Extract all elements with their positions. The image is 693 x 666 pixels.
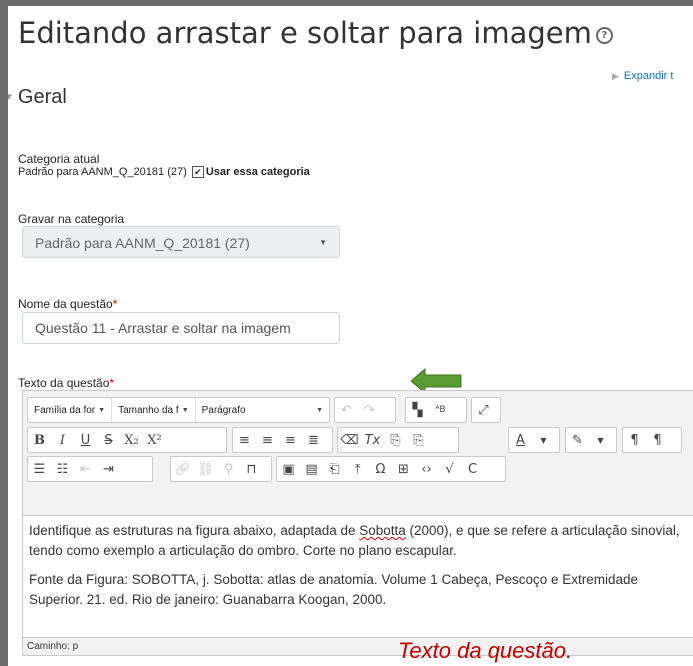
code-icon[interactable]: ‹› [415, 457, 438, 481]
outdent-icon[interactable]: ⇤ [74, 457, 97, 481]
chevron-down-icon: ▼ [316, 406, 323, 414]
chevron-down-icon[interactable]: ▼ [532, 428, 555, 452]
chevron-down-icon: ▼ [98, 406, 106, 414]
fullscreen-icon[interactable]: ⤢ [472, 398, 495, 422]
rtl-icon[interactable]: ¶ [646, 428, 669, 452]
align-justify-icon[interactable]: ≣ [302, 428, 325, 452]
format-dropdown-group: Família da for ▼ Tamanho da f ▼ Parágrafo ▼ [27, 397, 330, 423]
question-text-editor: Família da for ▼ Tamanho da f ▼ Parágrafo ▼… [22, 390, 693, 656]
font-size-label: Tamanho da f [118, 404, 179, 416]
superscript-icon[interactable]: X² [143, 428, 166, 452]
use-category-checkbox[interactable]: ✔ [191, 166, 204, 179]
current-category-row: Padrão para AANM_Q_20181 (27) ✔ Usar essa… [18, 166, 310, 179]
background-color-icon[interactable]: ✎ [566, 428, 589, 452]
list-indent-group: ☰ ☷ ⇤ ⇥ [27, 456, 153, 482]
text-color-group: A ▼ [508, 427, 560, 453]
bold-icon[interactable]: B [28, 428, 51, 452]
indent-icon[interactable]: ⇥ [97, 457, 120, 481]
font-size-dropdown[interactable]: Tamanho da f ▼ [112, 398, 196, 422]
link-anchor-icon[interactable]: ⚲ [217, 457, 240, 481]
question-name-input[interactable]: Questão 11 - Arrastar e soltar na imagem [22, 312, 340, 344]
align-right-icon[interactable]: ≡ [279, 428, 302, 452]
bookmark-icon[interactable]: ⊓ [240, 457, 263, 481]
save-category-selected: Padrão para AANM_Q_20181 (27) [35, 235, 250, 251]
record-icon[interactable]: ⤒ [346, 457, 369, 481]
ltr-icon[interactable]: ¶ [623, 428, 646, 452]
image-icon[interactable]: ▣ [277, 457, 300, 481]
link-icon[interactable]: 🔗︎ [171, 457, 194, 481]
alignment-group: ≡ ≡ ≡ ≣ [232, 427, 333, 453]
help-icon[interactable]: ? [595, 26, 613, 44]
special-char-icon[interactable]: Ω [369, 457, 392, 481]
expand-all-link[interactable]: ▶ Expandir t [612, 70, 673, 82]
chevron-down-icon: ▼ [319, 238, 327, 247]
chemistry-icon[interactable]: C [461, 457, 484, 481]
insert-group: ▣ ▤ ⎗ ⤒ Ω ⊞ ‹› √ C [276, 456, 506, 482]
math-icon[interactable]: √ [438, 457, 461, 481]
question-name-label-text: Nome da questão [18, 297, 113, 311]
current-category-value: Padrão para AANM_Q_20181 (27) [18, 166, 187, 178]
unlink-icon[interactable]: ⛓︎ [194, 457, 217, 481]
paragraph-label: Parágrafo [201, 404, 246, 416]
bullet-list-icon[interactable]: ☰ [28, 457, 51, 481]
direction-group: ¶ ¶ [622, 427, 682, 453]
background-color-group: ✎ ▼ [565, 427, 617, 453]
question-text-label-text: Texto da questão [18, 376, 110, 390]
paragraph-dropdown[interactable]: Parágrafo ▼ [196, 398, 329, 422]
save-category-select[interactable]: Padrão para AANM_Q_20181 (27) ▼ [22, 226, 340, 258]
align-left-icon[interactable]: ≡ [233, 428, 256, 452]
font-family-label: Família da for [34, 404, 96, 416]
misspelled-word: Sobotta [359, 523, 406, 538]
editor-status-bar: Caminho: p [23, 637, 693, 655]
italic-icon[interactable]: I [51, 428, 74, 452]
fullscreen-group: ⤢ [471, 397, 501, 423]
redo-icon[interactable]: ↷ [358, 398, 381, 422]
find-group: ▚ ᴬB [405, 397, 467, 423]
subscript-icon[interactable]: X₂ [120, 428, 143, 452]
link-group: 🔗︎ ⛓︎ ⚲ ⊓ [170, 456, 272, 482]
strikethrough-icon[interactable]: S [97, 428, 120, 452]
paragraph-2: Fonte da Figura: SOBOTTA, j. Sobotta: at… [29, 572, 639, 607]
spellcheck-icon[interactable]: ᴬB [429, 398, 452, 422]
expand-all-label: Expandir t [623, 70, 674, 82]
clean-paste-group: ⌫ Tx ⎘ ⎘ [337, 427, 459, 453]
align-center-icon[interactable]: ≡ [256, 428, 279, 452]
required-mark: * [109, 376, 115, 390]
page-title-text: Editando arrastar e soltar para imagem [18, 16, 592, 50]
clear-formatting-icon[interactable]: Tx [361, 428, 384, 452]
save-category-label: Gravar na categoria [18, 212, 125, 226]
text-style-group: B I U S X₂ X² [27, 427, 227, 453]
font-family-dropdown[interactable]: Família da for ▼ [28, 398, 113, 422]
numbered-list-icon[interactable]: ☷ [51, 457, 74, 481]
annotation-caption: Texto da questão. [398, 638, 573, 663]
underline-icon[interactable]: U [74, 428, 97, 452]
chevron-down-icon[interactable]: ▼ [589, 428, 612, 452]
expand-triangle-icon: ▶ [612, 71, 619, 81]
manage-files-icon[interactable]: ⎗ [323, 457, 346, 481]
text-color-icon[interactable]: A [509, 428, 532, 452]
form-panel: Editando arrastar e soltar para imagem? … [8, 6, 693, 666]
current-category-label: Categoria atual [18, 152, 100, 166]
paste-text-icon[interactable]: ⎘ [384, 428, 407, 452]
editor-content-area[interactable]: Identifique as estruturas na figura abai… [23, 515, 693, 637]
media-icon[interactable]: ▤ [300, 457, 323, 481]
required-mark: * [112, 297, 118, 311]
section-header-geral[interactable]: ▼ Geral [8, 86, 67, 109]
paste-word-icon[interactable]: ⎘ [407, 428, 430, 452]
undo-icon[interactable]: ↶ [335, 398, 358, 422]
paragraph-1-text-start: Identifique as estruturas na figura abai… [29, 523, 360, 538]
undo-redo-group: ↶ ↷ [334, 397, 396, 423]
section-title: Geral [17, 86, 67, 108]
clean-format-icon[interactable]: ⌫ [338, 428, 361, 452]
table-icon[interactable]: ⊞ [392, 457, 415, 481]
use-category-label: Usar essa categoria [205, 166, 310, 178]
find-replace-icon[interactable]: ▚ [406, 398, 429, 422]
question-text-label: Texto da questão* [18, 376, 114, 390]
page-title: Editando arrastar e soltar para imagem? [18, 16, 613, 50]
question-name-label: Nome da questão* [18, 297, 117, 311]
chevron-down-icon: ▼ [181, 406, 189, 414]
paragraph-1: Identifique as estruturas na figura abai… [29, 521, 693, 561]
collapse-triangle-icon: ▼ [8, 92, 14, 104]
